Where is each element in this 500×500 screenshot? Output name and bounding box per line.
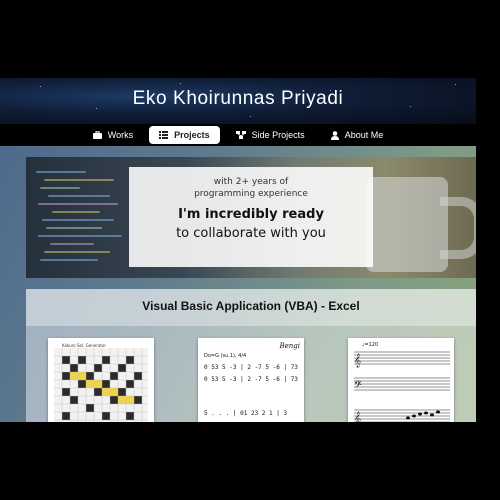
list-icon bbox=[159, 131, 169, 139]
hero-line-2: programming experience bbox=[194, 189, 308, 199]
hero-subtitle: with 2+ years of programming experience bbox=[129, 176, 373, 200]
spreadsheet-grid-image bbox=[54, 348, 148, 422]
main-nav: Works Projects Side Projects About Me bbox=[0, 124, 476, 146]
score-header: Do=G (su.1), 4/4 bbox=[204, 353, 247, 359]
site-title[interactable]: Eko Khoirunnas Priyadi bbox=[0, 88, 476, 110]
svg-text:𝄞: 𝄞 bbox=[354, 411, 361, 422]
hero-card: with 2+ years of programming experience … bbox=[129, 167, 373, 267]
nav-side-projects-label: Side Projects bbox=[251, 130, 305, 140]
page-content: with 2+ years of programming experience … bbox=[0, 146, 476, 422]
hero-headline: I'm incredibly ready bbox=[178, 207, 324, 222]
coffee-mug-image bbox=[366, 177, 448, 272]
score-title: Bengi bbox=[279, 342, 300, 350]
sitemap-icon bbox=[235, 131, 246, 139]
nav-works[interactable]: Works bbox=[83, 126, 143, 144]
vba-section: Visual Basic Application (VBA) - Excel K… bbox=[26, 289, 476, 422]
score-row-3: 5 . . . | 01 23 2 1 | 3 bbox=[204, 410, 288, 417]
briefcase-icon bbox=[92, 131, 102, 139]
nav-projects[interactable]: Projects bbox=[149, 126, 220, 144]
hero-banner: with 2+ years of programming experience … bbox=[26, 157, 476, 278]
hero-subheadline: to collaborate with you bbox=[176, 226, 326, 241]
nav-works-label: Works bbox=[107, 130, 134, 140]
project-thumb-kakuro[interactable]: Kakuro Sol. Generator bbox=[48, 338, 154, 422]
nav-side-projects[interactable]: Side Projects bbox=[226, 126, 315, 144]
score-row-2: 0 53 5 -3 | 2 -7 5 -6 | 73 bbox=[204, 376, 298, 383]
nav-about-me[interactable]: About Me bbox=[321, 126, 394, 144]
score-row-1: 0 53 5 -3 | 2 -7 5 -6 | 73 bbox=[204, 364, 298, 371]
hero-line-1: with 2+ years of bbox=[213, 177, 289, 187]
svg-text:𝄞: 𝄞 bbox=[354, 353, 361, 367]
project-thumb-sheet-music[interactable]: ♩=120 𝄞 𝄢 𝄞 bbox=[348, 338, 454, 422]
svg-text:𝄢: 𝄢 bbox=[354, 379, 362, 393]
sheet-music-image: 𝄞 𝄢 𝄞 bbox=[354, 351, 450, 422]
section-title: Visual Basic Application (VBA) - Excel bbox=[142, 299, 360, 313]
user-icon bbox=[330, 130, 339, 140]
nav-about-me-label: About Me bbox=[344, 130, 384, 140]
nav-projects-label: Projects bbox=[174, 130, 210, 140]
browser-viewport: Eko Khoirunnas Priyadi Works Projects Si… bbox=[0, 78, 476, 422]
site-header: Eko Khoirunnas Priyadi bbox=[0, 78, 476, 124]
project-thumb-score[interactable]: Bengi Do=G (su.1), 4/4 0 53 5 -3 | 2 -7 … bbox=[198, 338, 304, 422]
coffee-mug-handle bbox=[440, 197, 476, 259]
